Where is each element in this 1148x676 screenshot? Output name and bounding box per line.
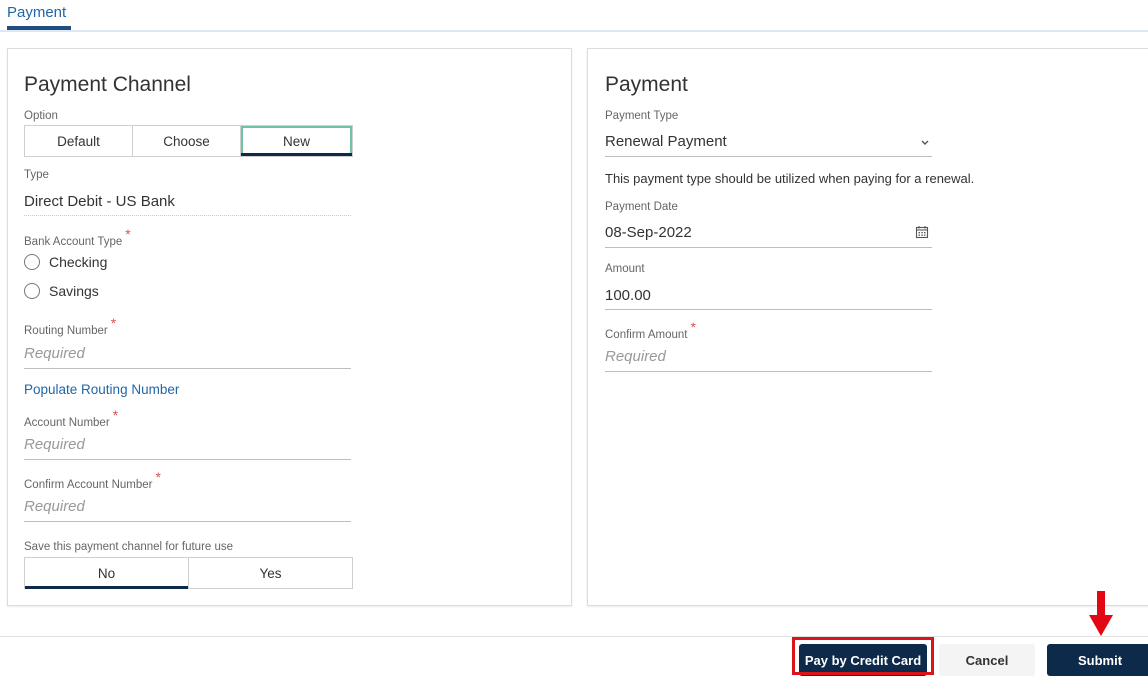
- calendar-icon[interactable]: [915, 225, 929, 239]
- payment-type-hint: This payment type should be utilized whe…: [605, 171, 975, 186]
- confirm-amount-label: Confirm Amount *: [605, 319, 696, 341]
- chevron-down-icon[interactable]: [920, 139, 930, 147]
- confirm-account-number-input[interactable]: Required: [24, 498, 85, 515]
- payment-date-label: Payment Date: [605, 201, 678, 213]
- amount-label: Amount: [605, 263, 645, 275]
- tab-payment[interactable]: Payment: [7, 4, 66, 21]
- footer-divider: [0, 636, 1148, 637]
- submit-button[interactable]: Submit: [1047, 644, 1148, 676]
- required-marker: *: [155, 469, 161, 485]
- active-tab-indicator: [7, 26, 71, 30]
- radio-checking[interactable]: Checking: [24, 254, 107, 270]
- routing-number-label: Routing Number *: [24, 315, 117, 337]
- routing-number-underline: [24, 368, 351, 369]
- option-label: Option: [24, 110, 58, 122]
- payment-channel-title: Payment Channel: [24, 73, 191, 96]
- tab-bar: Payment: [0, 0, 1148, 32]
- populate-routing-number-link[interactable]: Populate Routing Number: [24, 382, 179, 397]
- type-value: Direct Debit - US Bank: [24, 193, 175, 210]
- highlight-box: [792, 637, 934, 675]
- bank-account-type-label: Bank Account Type *: [24, 226, 131, 248]
- payment-card: Payment Payment Type Renewal Payment Thi…: [587, 48, 1148, 606]
- option-selector: Default Choose New: [24, 125, 353, 157]
- payment-type-select[interactable]: Renewal Payment: [605, 133, 727, 150]
- option-choose-button[interactable]: Choose: [133, 126, 241, 156]
- required-marker: *: [690, 319, 696, 335]
- radio-savings[interactable]: Savings: [24, 283, 99, 299]
- option-new-button[interactable]: New: [241, 126, 352, 156]
- account-number-input[interactable]: Required: [24, 436, 85, 453]
- amount-underline: [605, 309, 932, 310]
- routing-number-input[interactable]: Required: [24, 345, 85, 362]
- radio-circle[interactable]: [24, 283, 40, 299]
- account-number-underline: [24, 459, 351, 460]
- confirm-amount-input[interactable]: Required: [605, 348, 666, 365]
- amount-input[interactable]: 100.00: [605, 287, 651, 304]
- save-no-button[interactable]: No: [25, 558, 189, 589]
- type-divider: [24, 215, 351, 216]
- option-default-button[interactable]: Default: [25, 126, 133, 156]
- save-channel-selector: No Yes: [24, 557, 353, 589]
- required-marker: *: [110, 315, 117, 331]
- payment-title: Payment: [605, 73, 688, 96]
- required-marker: *: [112, 407, 119, 423]
- arrow-down-icon: [1089, 591, 1113, 636]
- save-channel-label: Save this payment channel for future use: [24, 541, 234, 553]
- account-number-label: Account Number *: [24, 407, 119, 429]
- payment-date-underline: [605, 247, 932, 248]
- radio-checking-label: Checking: [49, 254, 108, 270]
- type-label: Type: [24, 169, 49, 181]
- payment-type-underline: [605, 156, 932, 157]
- payment-channel-card: Payment Channel Option Default Choose Ne…: [7, 48, 572, 606]
- cancel-button[interactable]: Cancel: [939, 644, 1035, 676]
- radio-circle[interactable]: [24, 254, 40, 270]
- confirm-account-number-underline: [24, 521, 351, 522]
- confirm-account-number-label: Confirm Account Number *: [24, 469, 161, 491]
- required-marker: *: [125, 226, 131, 242]
- radio-savings-label: Savings: [49, 283, 99, 299]
- save-yes-button[interactable]: Yes: [189, 558, 352, 588]
- payment-date-input[interactable]: 08-Sep-2022: [605, 224, 692, 241]
- confirm-amount-underline: [605, 371, 932, 372]
- payment-type-label: Payment Type: [605, 110, 679, 122]
